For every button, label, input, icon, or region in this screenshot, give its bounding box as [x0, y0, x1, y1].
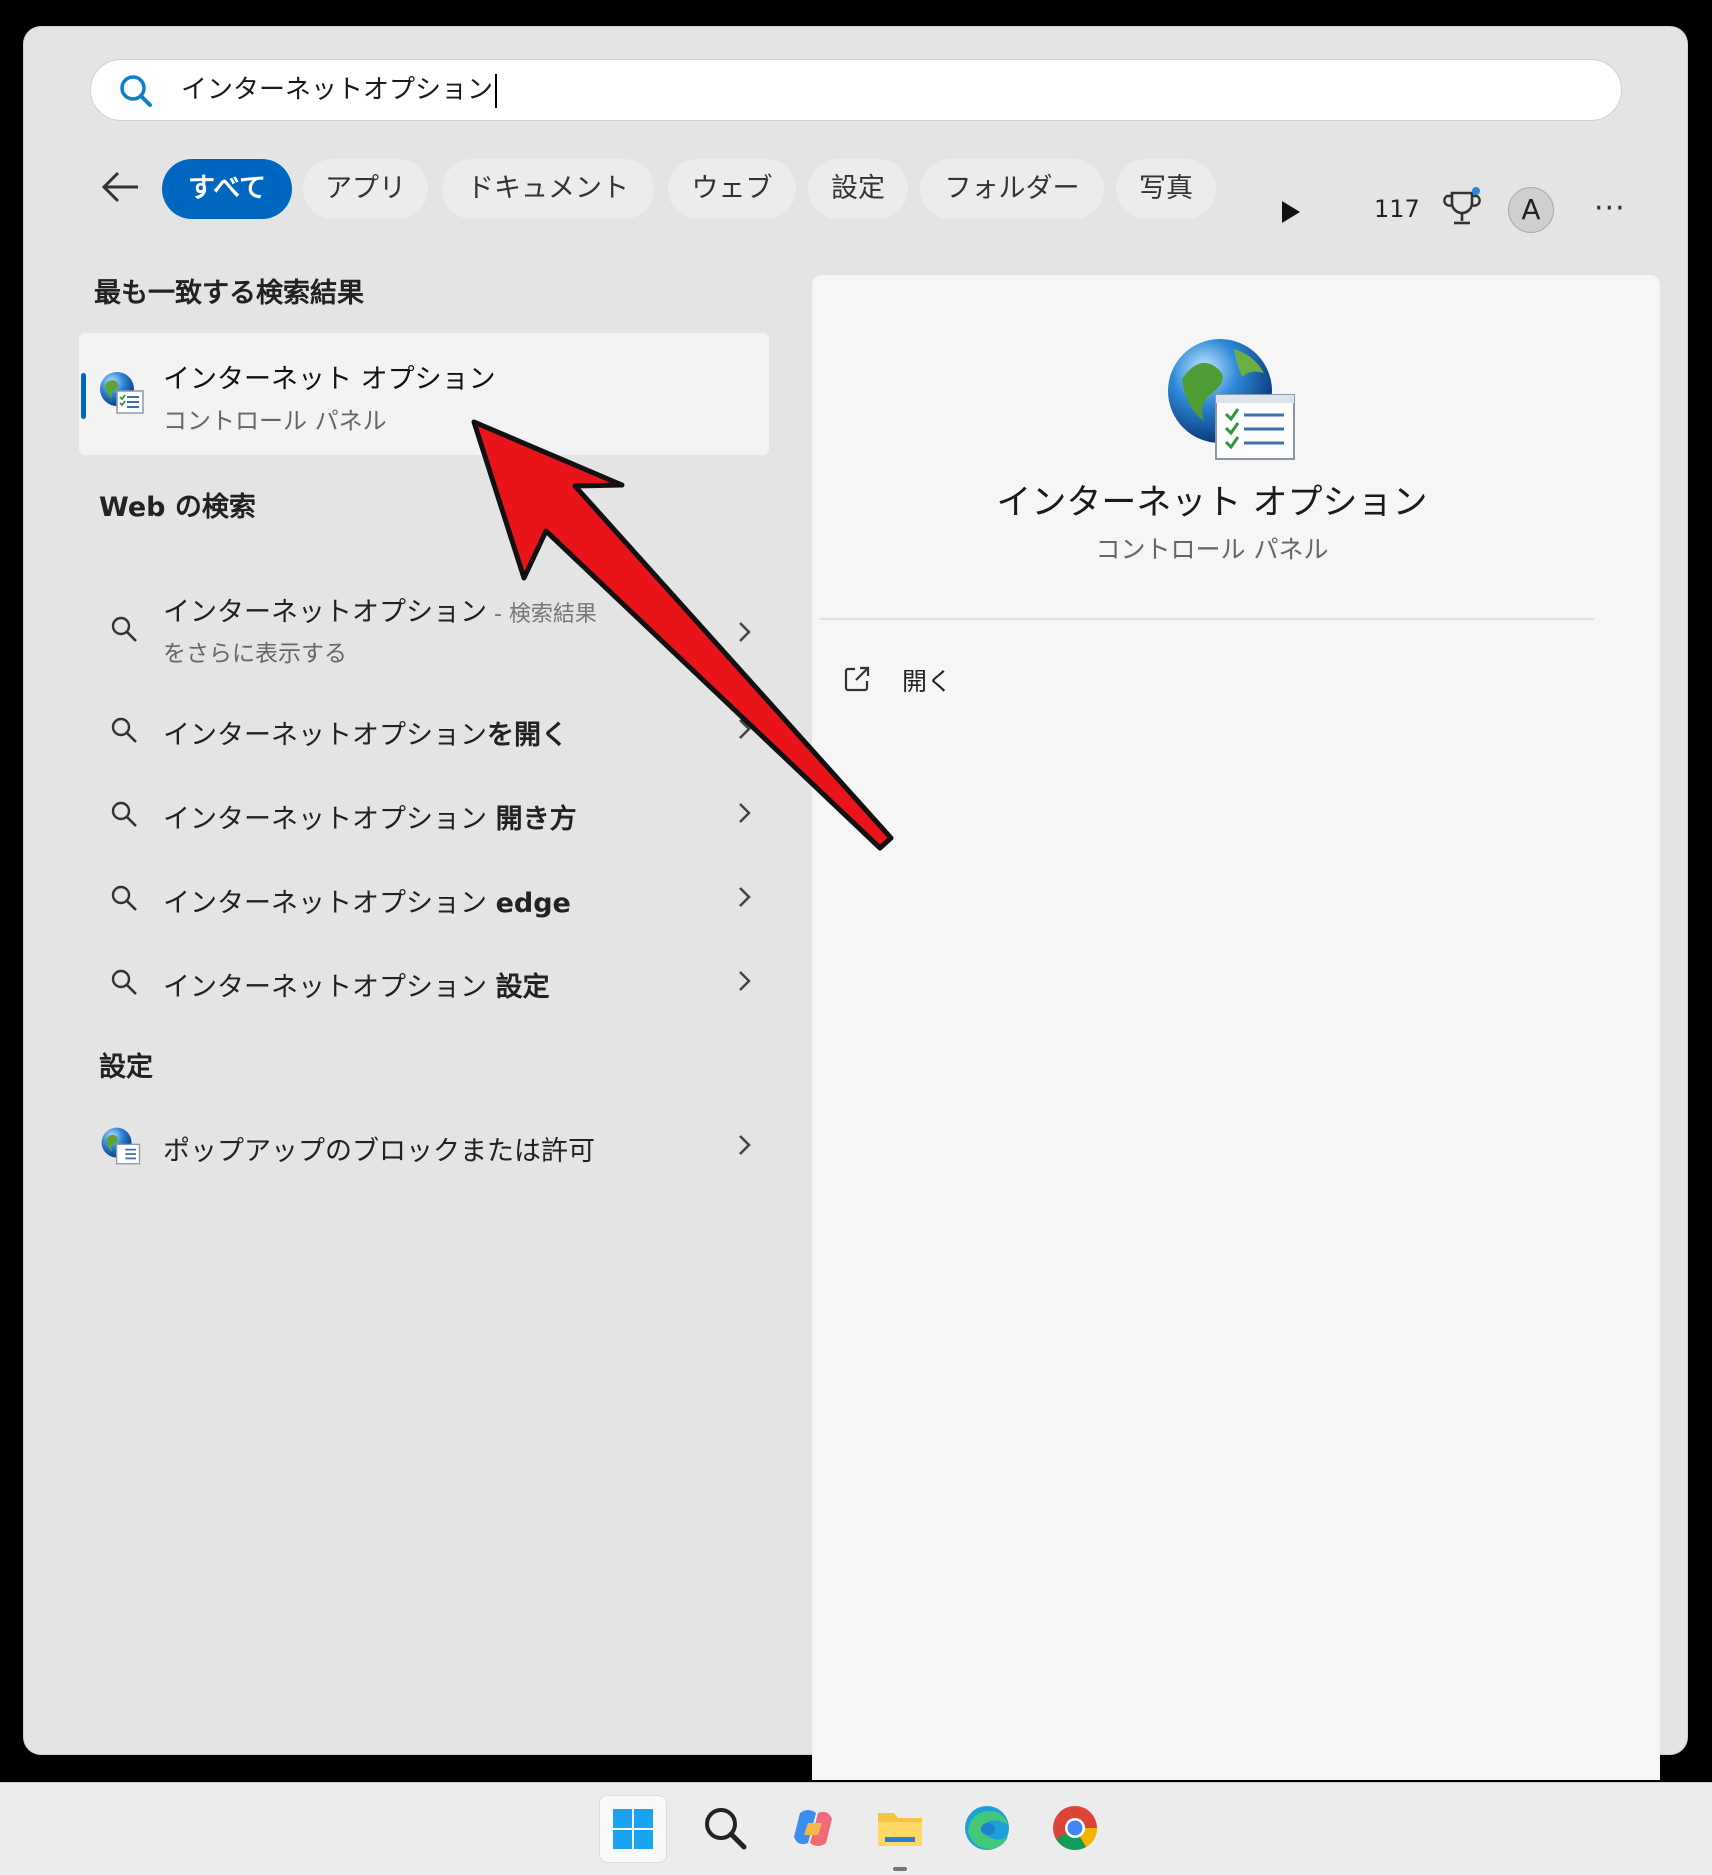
chrome-logo-icon	[1053, 1806, 1097, 1850]
open-external-icon	[844, 666, 870, 692]
web-result-item[interactable]: インターネットオプション 設定	[79, 947, 769, 1017]
web-result-more[interactable]: インターネットオプション - 検索結果 をさらに表示する	[79, 582, 769, 682]
settings-result-label: ポップアップのブロックまたは許可	[163, 1136, 595, 1167]
more-filters-play-icon[interactable]	[1282, 201, 1300, 223]
internet-options-large-icon	[1168, 339, 1295, 460]
search-input-value: インターネットオプション	[181, 72, 498, 108]
preview-title: インターネット オプション	[996, 483, 1428, 523]
open-label: 開く	[902, 667, 953, 696]
chevron-right-icon	[739, 1135, 751, 1155]
search-icon	[111, 616, 137, 642]
more-options-icon[interactable]: ···	[1594, 191, 1626, 226]
chevron-right-icon	[739, 887, 751, 907]
edge-logo-icon	[965, 1806, 1009, 1850]
search-icon	[705, 1808, 747, 1850]
search-icon	[111, 717, 137, 743]
file-explorer-icon[interactable]	[867, 1795, 933, 1871]
taskbar	[0, 1782, 1712, 1875]
best-match-item[interactable]: インターネット オプション コントロール パネル	[79, 333, 769, 455]
settings-result-item[interactable]: ポップアップのブロックまたは許可	[79, 1111, 769, 1181]
settings-heading: 設定	[99, 1052, 153, 1083]
search-icon	[111, 801, 137, 827]
web-result-item[interactable]: インターネットオプション 開き方	[79, 779, 769, 849]
windows-logo-icon	[613, 1809, 653, 1849]
start-search-panel: インターネットオプション すべて アプリ ドキュメント ウェブ 設定 フォルダー…	[23, 26, 1688, 1780]
web-result-label: インターネットオプション 設定	[163, 972, 550, 1003]
web-result-more-label: インターネットオプション - 検索結果	[163, 597, 597, 628]
chevron-right-icon	[739, 719, 751, 739]
chevron-right-icon	[739, 971, 751, 991]
back-arrow-icon[interactable]	[98, 165, 142, 209]
best-match-subtitle: コントロール パネル	[163, 407, 387, 435]
filter-folders[interactable]: フォルダー	[920, 159, 1104, 219]
copilot-icon[interactable]	[780, 1795, 846, 1861]
search-icon	[120, 75, 152, 107]
account-avatar[interactable]: A	[1508, 187, 1554, 233]
web-result-label: インターネットオプションを開く	[163, 720, 568, 751]
search-icon	[111, 885, 137, 911]
filter-settings[interactable]: 設定	[808, 159, 908, 219]
preview-subtitle: コントロール パネル	[1095, 535, 1329, 564]
web-result-item[interactable]: インターネットオプションを開く	[79, 695, 769, 765]
chevron-right-icon	[739, 622, 751, 642]
filter-apps[interactable]: アプリ	[303, 159, 428, 219]
filter-web[interactable]: ウェブ	[668, 159, 796, 219]
search-input[interactable]: インターネットオプション	[90, 59, 1622, 121]
preview-divider	[820, 618, 1594, 620]
web-search-heading: Web の検索	[99, 492, 256, 523]
running-indicator	[893, 1867, 907, 1871]
start-icon[interactable]	[599, 1795, 667, 1863]
filter-documents[interactable]: ドキュメント	[442, 159, 654, 219]
taskbar-search-icon[interactable]	[692, 1795, 758, 1861]
search-icon	[111, 969, 137, 995]
chevron-right-icon	[739, 803, 751, 823]
edge-icon[interactable]	[954, 1795, 1020, 1861]
copilot-logo-icon	[794, 1810, 832, 1846]
web-result-label: インターネットオプション 開き方	[163, 804, 577, 835]
web-result-more-line2: をさらに表示する	[163, 641, 347, 667]
filter-all[interactable]: すべて	[162, 159, 292, 219]
rewards-points: 117	[1374, 195, 1420, 223]
best-match-heading: 最も一致する検索結果	[94, 278, 364, 309]
internet-options-icon	[100, 372, 144, 414]
web-result-label: インターネットオプション edge	[163, 888, 571, 919]
internet-options-icon	[101, 1127, 141, 1165]
best-match-title: インターネット オプション	[163, 364, 496, 395]
folder-icon	[878, 1813, 922, 1846]
selection-indicator	[81, 373, 86, 419]
chrome-icon[interactable]	[1042, 1795, 1108, 1861]
web-result-item[interactable]: インターネットオプション edge	[79, 863, 769, 933]
trophy-icon[interactable]	[1440, 185, 1484, 231]
filter-photos[interactable]: 写真	[1116, 159, 1216, 219]
